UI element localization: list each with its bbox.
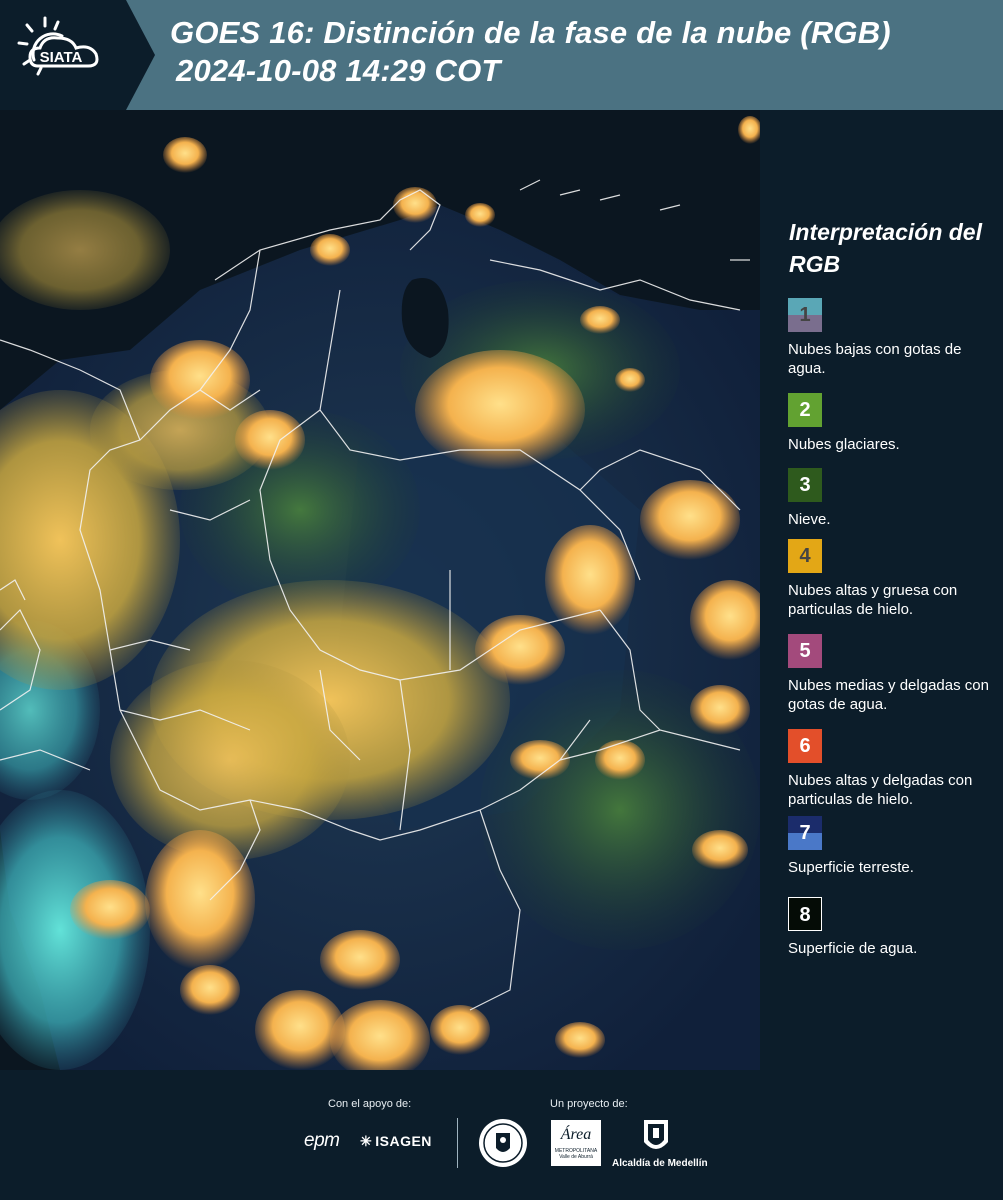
legend-number: 7 <box>799 822 811 844</box>
legend-label: Superficie terreste. <box>788 859 914 876</box>
footer: Con el apoyo de: Un proyecto de: epm ✳ IS… <box>0 1070 1003 1200</box>
legend-item: 2 Nubes glaciares. <box>788 393 998 454</box>
legend-swatch: 8 <box>788 897 822 931</box>
legend-item: 1 Nubes bajas con gotas de agua. <box>788 298 998 378</box>
legend-title: Interpretación del RGB <box>789 219 982 277</box>
support-label: Con el apoyo de: <box>328 1098 412 1110</box>
legend-item: 7 Superficie terreste. <box>788 816 998 877</box>
satellite-image <box>0 110 760 1070</box>
legend-swatch: 4 <box>788 539 822 573</box>
legend-panel: Interpretación del RGB 1 Nubes bajas con … <box>760 110 1003 1070</box>
legend-number: 6 <box>799 735 811 757</box>
legend-label: Nieve. <box>788 511 831 528</box>
alcaldia-shield-icon <box>644 1120 668 1149</box>
legend-number: 4 <box>799 545 811 567</box>
legend-swatch: 7 <box>788 816 822 850</box>
legend-number: 5 <box>799 640 811 662</box>
footer-divider <box>457 1118 458 1168</box>
legend-swatch: 3 <box>788 468 822 502</box>
isagen-text: ISAGEN <box>375 1133 432 1149</box>
area-logo-subtext: METROPOLITANA Valle de Aburrá <box>554 1148 598 1160</box>
area-logo-text: Área <box>560 1126 592 1143</box>
legend-item: 8 Superficie de agua. <box>788 897 998 958</box>
header-bar: SIATA GOES 16: Distinción de la fase de … <box>0 0 1003 110</box>
legend-label: Nubes medias y delgadas con gotas de agu… <box>788 677 989 713</box>
legend-label: Nubes bajas con gotas de agua. <box>788 341 962 377</box>
satellite-map <box>0 110 760 1070</box>
legend-number: 1 <box>799 304 811 326</box>
legend-number: 8 <box>799 904 811 926</box>
isagen-logo: ✳ ISAGEN <box>360 1133 432 1150</box>
project-label: Un proyecto de: <box>550 1098 628 1110</box>
title-line-1: GOES 16: Distinción de la fase de la nub… <box>170 15 891 50</box>
area-metropolitana-logo: Área METROPOLITANA Valle de Aburrá <box>551 1120 601 1166</box>
legend-label: Nubes altas y gruesa con particulas de h… <box>788 582 958 618</box>
legend-label: Superficie de agua. <box>788 940 918 957</box>
legend-number: 2 <box>799 399 811 421</box>
legend-number: 3 <box>799 474 811 496</box>
legend-item: 5 Nubes medias y delgadas con gotas de ag… <box>788 634 998 714</box>
legend-label: Nubes glaciares. <box>788 436 900 453</box>
legend-item: 3 Nieve. <box>788 468 998 529</box>
legend-swatch: 5 <box>788 634 822 668</box>
epm-logo: epm <box>304 1130 340 1151</box>
legend-label: Nubes altas y delgadas con particulas de… <box>788 772 973 808</box>
alcaldia-text: Alcaldía de Medellín <box>612 1158 708 1169</box>
legend-item: 4 Nubes altas y gruesa con particulas de … <box>788 539 998 619</box>
medellin-seal-icon <box>479 1119 527 1167</box>
legend-swatch: 6 <box>788 729 822 763</box>
siata-logo-text: SIATA <box>40 49 83 66</box>
siata-logo: SIATA <box>0 0 155 110</box>
page-title: GOES 16: Distinción de la fase de la nub… <box>170 14 891 90</box>
legend-swatch: 2 <box>788 393 822 427</box>
legend-swatch: 1 <box>788 298 822 332</box>
isagen-mark-icon: ✳ <box>360 1133 373 1149</box>
title-line-2: 2024-10-08 14:29 COT <box>176 53 501 88</box>
legend-item: 6 Nubes altas y delgadas con particulas d… <box>788 729 998 809</box>
